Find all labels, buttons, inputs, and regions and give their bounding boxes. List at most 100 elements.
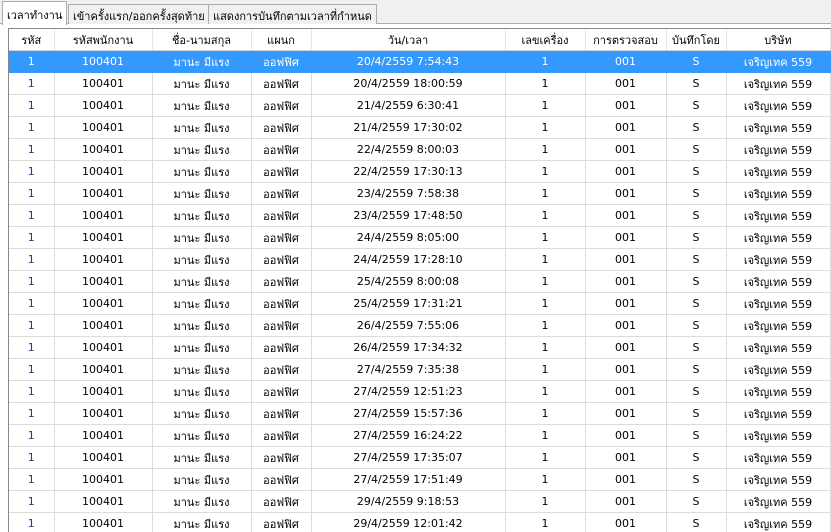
- cell-department: ออฟฟิศ: [251, 204, 312, 227]
- cell-machine-no: 1: [505, 314, 586, 337]
- cell-code: 1: [9, 380, 55, 403]
- cell-verify: 001: [585, 116, 667, 139]
- col-header-company[interactable]: บริษัท: [726, 29, 831, 51]
- cell-department: ออฟฟิศ: [251, 358, 312, 381]
- cell-company: เจริญเทค 559: [726, 402, 831, 425]
- table-row[interactable]: 1 100401 มานะ มีแรง ออฟฟิศ 27/4/2559 15:57:3…: [9, 402, 831, 425]
- table-row[interactable]: 1 100401 มานะ มีแรง ออฟฟิศ 27/4/2559 12:51:2…: [9, 380, 831, 403]
- cell-verify: 001: [585, 138, 667, 161]
- cell-code: 1: [9, 358, 55, 381]
- cell-machine-no: 1: [505, 160, 586, 183]
- table-row[interactable]: 1 100401 มานะ มีแรง ออฟฟิศ 21/4/2559 17:30:0…: [9, 116, 831, 139]
- cell-verify: 001: [585, 358, 667, 381]
- table-row[interactable]: 1 100401 มานะ มีแรง ออฟฟิศ 26/4/2559 17:34:3…: [9, 336, 831, 359]
- cell-code: 1: [9, 72, 55, 95]
- cell-recorded-by: S: [666, 248, 727, 271]
- cell-recorded-by: S: [666, 204, 727, 227]
- cell-name: มานะ มีแรง: [152, 292, 252, 315]
- cell-recorded-by: S: [666, 468, 727, 491]
- cell-datetime: 20/4/2559 7:54:43: [311, 50, 506, 73]
- cell-department: ออฟฟิศ: [251, 270, 312, 293]
- table-row[interactable]: 1 100401 มานะ มีแรง ออฟฟิศ 24/4/2559 17:28:1…: [9, 248, 831, 271]
- cell-recorded-by: S: [666, 116, 727, 139]
- cell-datetime: 24/4/2559 8:05:00: [311, 226, 506, 249]
- table-row[interactable]: 1 100401 มานะ มีแรง ออฟฟิศ 27/4/2559 17:51:4…: [9, 468, 831, 491]
- col-header-machine-no[interactable]: เลขเครื่อง: [505, 29, 586, 51]
- table-row[interactable]: 1 100401 มานะ มีแรง ออฟฟิศ 25/4/2559 17:31:2…: [9, 292, 831, 315]
- cell-name: มานะ มีแรง: [152, 314, 252, 337]
- cell-company: เจริญเทค 559: [726, 490, 831, 513]
- table-row[interactable]: 1 100401 มานะ มีแรง ออฟฟิศ 22/4/2559 8:00:03…: [9, 138, 831, 161]
- cell-code: 1: [9, 226, 55, 249]
- cell-department: ออฟฟิศ: [251, 468, 312, 491]
- cell-department: ออฟฟิศ: [251, 380, 312, 403]
- cell-name: มานะ มีแรง: [152, 160, 252, 183]
- cell-company: เจริญเทค 559: [726, 226, 831, 249]
- cell-verify: 001: [585, 248, 667, 271]
- cell-department: ออฟฟิศ: [251, 490, 312, 513]
- col-header-datetime[interactable]: วัน/เวลา: [311, 29, 506, 51]
- cell-name: มานะ มีแรง: [152, 138, 252, 161]
- cell-employee-id: 100401: [54, 490, 153, 513]
- cell-datetime: 26/4/2559 17:34:32: [311, 336, 506, 359]
- cell-company: เจริญเทค 559: [726, 424, 831, 447]
- col-header-verify[interactable]: การตรวจสอบ: [585, 29, 667, 51]
- cell-verify: 001: [585, 424, 667, 447]
- cell-employee-id: 100401: [54, 270, 153, 293]
- cell-machine-no: 1: [505, 50, 586, 73]
- cell-employee-id: 100401: [54, 226, 153, 249]
- table-row[interactable]: 1 100401 มานะ มีแรง ออฟฟิศ 27/4/2559 17:35:0…: [9, 446, 831, 469]
- table-row[interactable]: 1 100401 มานะ มีแรง ออฟฟิศ 21/4/2559 6:30:41…: [9, 94, 831, 117]
- cell-company: เจริญเทค 559: [726, 358, 831, 381]
- cell-code: 1: [9, 402, 55, 425]
- table-row[interactable]: 1 100401 มานะ มีแรง ออฟฟิศ 29/4/2559 9:18:53…: [9, 490, 831, 513]
- cell-department: ออฟฟิศ: [251, 512, 312, 532]
- cell-company: เจริญเทค 559: [726, 336, 831, 359]
- table-row[interactable]: 1 100401 มานะ มีแรง ออฟฟิศ 25/4/2559 8:00:08…: [9, 270, 831, 293]
- tab-first-in-last-out[interactable]: เข้าครั้งแรก/ออกครั้งสุดท้าย: [68, 4, 210, 24]
- col-header-recorded-by[interactable]: บันทึกโดย: [666, 29, 727, 51]
- cell-recorded-by: S: [666, 314, 727, 337]
- cell-name: มานะ มีแรง: [152, 446, 252, 469]
- cell-datetime: 23/4/2559 7:58:38: [311, 182, 506, 205]
- cell-employee-id: 100401: [54, 446, 153, 469]
- cell-name: มานะ มีแรง: [152, 226, 252, 249]
- tab-bar: เวลาทำงาน เข้าครั้งแรก/ออกครั้งสุดท้าย แ…: [0, 0, 831, 25]
- cell-code: 1: [9, 160, 55, 183]
- cell-name: มานะ มีแรง: [152, 116, 252, 139]
- table-row[interactable]: 1 100401 มานะ มีแรง ออฟฟิศ 22/4/2559 17:30:1…: [9, 160, 831, 183]
- tab-work-time[interactable]: เวลาทำงาน: [2, 1, 68, 25]
- cell-code: 1: [9, 292, 55, 315]
- table-row[interactable]: 1 100401 มานะ มีแรง ออฟฟิศ 20/4/2559 7:54:43…: [9, 50, 831, 73]
- cell-department: ออฟฟิศ: [251, 182, 312, 205]
- cell-datetime: 21/4/2559 6:30:41: [311, 94, 506, 117]
- header-row: รหัส รหัสพนักงาน ชื่อ-นามสกุล แผนก วัน/เ…: [9, 29, 831, 51]
- cell-department: ออฟฟิศ: [251, 226, 312, 249]
- table-row[interactable]: 1 100401 มานะ มีแรง ออฟฟิศ 26/4/2559 7:55:06…: [9, 314, 831, 337]
- cell-name: มานะ มีแรง: [152, 204, 252, 227]
- attendance-grid[interactable]: รหัส รหัสพนักงาน ชื่อ-นามสกุล แผนก วัน/เ…: [8, 28, 831, 532]
- cell-code: 1: [9, 138, 55, 161]
- tab-records-by-time[interactable]: แสดงการบันทึกตามเวลาที่กำหนด: [208, 4, 377, 24]
- table-row[interactable]: 1 100401 มานะ มีแรง ออฟฟิศ 24/4/2559 8:05:00…: [9, 226, 831, 249]
- cell-recorded-by: S: [666, 292, 727, 315]
- table-row[interactable]: 1 100401 มานะ มีแรง ออฟฟิศ 29/4/2559 12:01:4…: [9, 512, 831, 532]
- col-header-employee-id[interactable]: รหัสพนักงาน: [54, 29, 153, 51]
- cell-datetime: 26/4/2559 7:55:06: [311, 314, 506, 337]
- table-row[interactable]: 1 100401 มานะ มีแรง ออฟฟิศ 27/4/2559 16:24:2…: [9, 424, 831, 447]
- table-row[interactable]: 1 100401 มานะ มีแรง ออฟฟิศ 23/4/2559 17:48:5…: [9, 204, 831, 227]
- cell-code: 1: [9, 468, 55, 491]
- table-row[interactable]: 1 100401 มานะ มีแรง ออฟฟิศ 20/4/2559 18:00:5…: [9, 72, 831, 95]
- cell-machine-no: 1: [505, 72, 586, 95]
- cell-verify: 001: [585, 512, 667, 532]
- col-header-department[interactable]: แผนก: [251, 29, 312, 51]
- col-header-name[interactable]: ชื่อ-นามสกุล: [152, 29, 252, 51]
- table-row[interactable]: 1 100401 มานะ มีแรง ออฟฟิศ 27/4/2559 7:35:38…: [9, 358, 831, 381]
- cell-department: ออฟฟิศ: [251, 72, 312, 95]
- cell-machine-no: 1: [505, 336, 586, 359]
- cell-department: ออฟฟิศ: [251, 336, 312, 359]
- table-row[interactable]: 1 100401 มานะ มีแรง ออฟฟิศ 23/4/2559 7:58:38…: [9, 182, 831, 205]
- col-header-code[interactable]: รหัส: [9, 29, 55, 51]
- cell-name: มานะ มีแรง: [152, 248, 252, 271]
- cell-company: เจริญเทค 559: [726, 138, 831, 161]
